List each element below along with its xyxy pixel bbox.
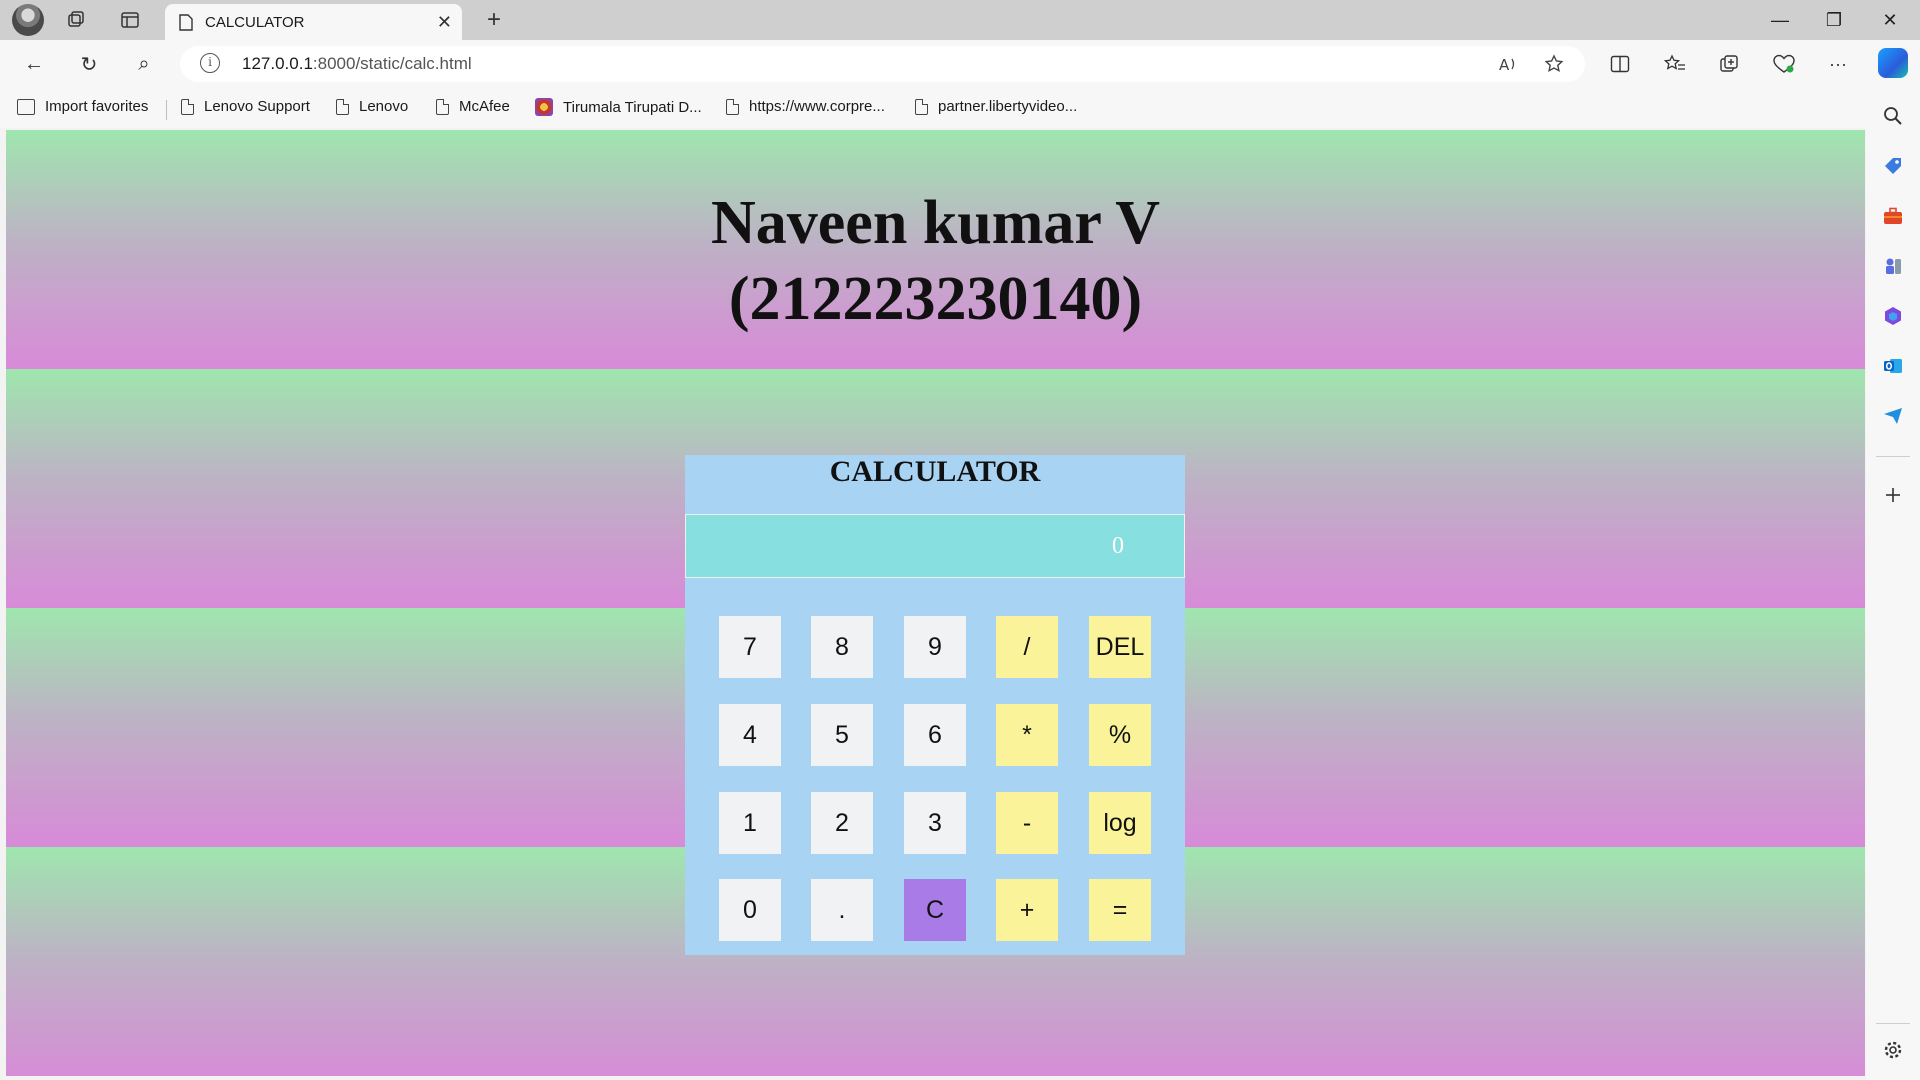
key-delete[interactable]: DEL <box>1089 616 1151 678</box>
tab-title: CALCULATOR <box>205 13 305 31</box>
favorite-tirumala[interactable]: Tirumala Tirupati D... <box>535 98 702 116</box>
close-tab-icon[interactable]: ✕ <box>437 12 452 33</box>
favorite-lenovo[interactable]: Lenovo <box>336 98 408 115</box>
outlook-icon[interactable] <box>1882 355 1904 377</box>
key-3[interactable]: 3 <box>904 792 966 854</box>
page-icon <box>179 13 193 31</box>
favorites-divider <box>166 100 167 120</box>
url-text[interactable]: 127.0.0.1:8000/static/calc.html <box>242 54 472 74</box>
import-icon <box>17 98 35 115</box>
split-screen-icon[interactable] <box>1602 48 1638 80</box>
favorite-star-icon[interactable] <box>1540 50 1568 78</box>
favorite-corpre[interactable]: https://www.corpre... <box>726 98 885 115</box>
page-icon <box>181 98 194 115</box>
search-icon[interactable]: ⌕ <box>127 48 161 80</box>
navigation-bar: ← ↻ ⌕ i 127.0.0.1:8000/static/calc.html … <box>0 40 1920 88</box>
calculator-title: CALCULATOR <box>829 455 1041 488</box>
active-tab[interactable]: CALCULATOR ✕ <box>165 4 462 40</box>
sidebar-divider <box>1876 1023 1910 1024</box>
restore-button[interactable]: ❐ <box>1806 0 1862 40</box>
key-multiply[interactable]: * <box>996 704 1058 766</box>
settings-more-icon[interactable]: ··· <box>1820 48 1856 80</box>
read-aloud-icon[interactable]: A <box>1494 50 1522 78</box>
games-icon[interactable] <box>1882 255 1904 277</box>
add-icon[interactable] <box>1882 484 1904 506</box>
favorites-bar: Import favorites Lenovo Support Lenovo M… <box>0 88 1920 128</box>
address-bar[interactable]: i 127.0.0.1:8000/static/calc.html A <box>180 46 1585 82</box>
key-equals[interactable]: = <box>1089 879 1151 941</box>
page-icon <box>915 98 928 115</box>
page-title: Naveen kumar V (212223230140) <box>6 185 1865 337</box>
send-icon[interactable] <box>1882 405 1904 427</box>
key-1[interactable]: 1 <box>719 792 781 854</box>
favorite-libertyvideo[interactable]: partner.libertyvideo... <box>915 98 1077 115</box>
key-9[interactable]: 9 <box>904 616 966 678</box>
favorite-import[interactable]: Import favorites <box>17 98 148 115</box>
key-2[interactable]: 2 <box>811 792 873 854</box>
minimize-button[interactable]: — <box>1752 0 1808 40</box>
key-log[interactable]: log <box>1089 792 1151 854</box>
key-5[interactable]: 5 <box>811 704 873 766</box>
site-icon <box>535 98 553 116</box>
favorite-lenovo-support[interactable]: Lenovo Support <box>181 98 310 115</box>
tools-briefcase-icon[interactable] <box>1882 205 1904 227</box>
title-name: Naveen kumar V <box>711 189 1160 257</box>
browser-essentials-icon[interactable] <box>1766 48 1802 80</box>
profile-avatar[interactable] <box>12 4 44 36</box>
svg-text:A: A <box>1499 56 1510 73</box>
workspaces-icon[interactable] <box>60 4 92 36</box>
key-clear[interactable]: C <box>904 879 966 941</box>
key-percent[interactable]: % <box>1089 704 1151 766</box>
key-6[interactable]: 6 <box>904 704 966 766</box>
title-id: (212223230140) <box>728 265 1143 333</box>
key-decimal[interactable]: . <box>811 879 873 941</box>
edge-sidebar <box>1866 88 1920 1080</box>
key-7[interactable]: 7 <box>719 616 781 678</box>
refresh-button[interactable]: ↻ <box>72 48 106 80</box>
page-icon <box>726 98 739 115</box>
close-window-button[interactable]: ✕ <box>1862 0 1918 40</box>
sidebar-search-icon[interactable] <box>1882 105 1904 127</box>
new-tab-button[interactable]: + <box>478 4 510 36</box>
shopping-tag-icon[interactable] <box>1882 155 1904 177</box>
copilot-icon[interactable] <box>1878 48 1908 78</box>
key-subtract[interactable]: - <box>996 792 1058 854</box>
key-add[interactable]: + <box>996 879 1058 941</box>
key-4[interactable]: 4 <box>719 704 781 766</box>
site-info-icon[interactable]: i <box>200 53 220 73</box>
collections-icon[interactable] <box>1711 48 1747 80</box>
settings-gear-icon[interactable] <box>1882 1039 1904 1061</box>
sidebar-divider <box>1876 456 1910 457</box>
page-icon <box>436 98 449 115</box>
microsoft365-icon[interactable] <box>1882 305 1904 327</box>
calculator: CALCULATOR 0 7 8 9 / DEL 4 5 6 * % 1 2 3… <box>685 455 1185 955</box>
tab-actions-icon[interactable] <box>114 4 146 36</box>
favorite-mcafee[interactable]: McAfee <box>436 98 510 115</box>
page-viewport: Naveen kumar V (212223230140) CALCULATOR… <box>6 130 1865 1076</box>
tab-strip: CALCULATOR ✕ + — ❐ ✕ <box>0 0 1920 40</box>
key-0[interactable]: 0 <box>719 879 781 941</box>
key-8[interactable]: 8 <box>811 616 873 678</box>
favorites-icon[interactable] <box>1657 48 1693 80</box>
back-button[interactable]: ← <box>17 48 51 80</box>
calculator-display: 0 <box>685 514 1185 578</box>
page-icon <box>336 98 349 115</box>
key-divide[interactable]: / <box>996 616 1058 678</box>
